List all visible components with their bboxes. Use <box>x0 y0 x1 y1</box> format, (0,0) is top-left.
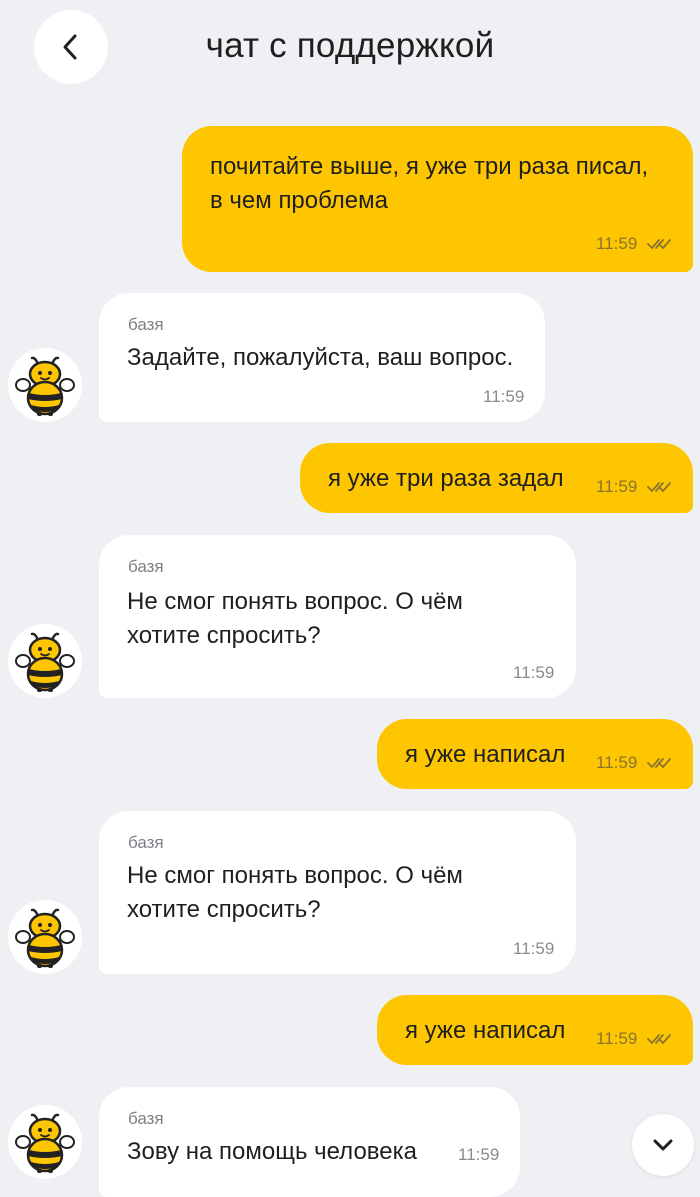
outgoing-message[interactable]: я уже написал 11:59 <box>377 995 693 1065</box>
bee-icon <box>8 1105 82 1179</box>
message-text-line: Задайте, пожалуйста, ваш вопрос. <box>127 344 514 371</box>
message-text-line: в чем проблема <box>210 187 388 214</box>
bee-icon <box>8 348 82 422</box>
incoming-message[interactable]: базя Задайте, пожалуйста, ваш вопрос. 11… <box>99 293 545 422</box>
message-time: 11:59 <box>513 939 555 958</box>
message-text-line: почитайте выше, я уже три раза писал, <box>210 153 649 180</box>
message-text-line: хотите спросить? <box>127 896 321 923</box>
message-text-line: я уже написал <box>405 1017 566 1044</box>
sender-name: базя <box>128 315 164 334</box>
bot-avatar <box>8 624 82 698</box>
double-check-icon <box>647 756 673 770</box>
page-title: чат с поддержкой <box>205 26 495 65</box>
message-text-line: Зову на помощь человека <box>127 1138 417 1165</box>
message-time: 11:59 <box>596 1029 638 1048</box>
sender-name: базя <box>128 557 164 576</box>
sender-name: базя <box>128 833 164 852</box>
bot-avatar <box>8 348 82 422</box>
bot-avatar <box>8 900 82 974</box>
message-time: 11:59 <box>483 387 525 406</box>
double-check-icon <box>647 237 673 251</box>
bot-avatar <box>8 1105 82 1179</box>
incoming-message[interactable]: базя Не смог понять вопрос. О чём хотите… <box>99 811 576 974</box>
incoming-message[interactable]: базя Зову на помощь человека 11:59 <box>99 1087 520 1197</box>
bee-icon <box>8 900 82 974</box>
outgoing-message[interactable]: я уже написал 11:59 <box>377 719 693 789</box>
outgoing-message[interactable]: почитайте выше, я уже три раза писал, в … <box>182 126 693 272</box>
message-time: 11:59 <box>596 477 638 496</box>
incoming-message[interactable]: базя Не смог понять вопрос. О чём хотите… <box>99 535 576 698</box>
chevron-down-icon <box>653 1139 673 1151</box>
double-check-icon <box>647 480 673 494</box>
message-text-line: хотите спросить? <box>127 622 321 649</box>
scroll-to-bottom-button[interactable] <box>632 1114 694 1176</box>
outgoing-message[interactable]: я уже три раза задал 11:59 <box>300 443 693 513</box>
chat-header: чат с поддержкой <box>0 0 700 100</box>
message-time: 11:59 <box>458 1145 500 1164</box>
sender-name: базя <box>128 1109 164 1128</box>
message-text-line: я уже написал <box>405 741 566 768</box>
bee-icon <box>8 624 82 698</box>
message-text-line: Не смог понять вопрос. О чём <box>127 588 463 615</box>
message-text-line: Не смог понять вопрос. О чём <box>127 862 463 889</box>
message-time: 11:59 <box>513 663 555 682</box>
message-text-line: я уже три раза задал <box>328 465 564 492</box>
message-time: 11:59 <box>596 753 638 772</box>
message-time: 11:59 <box>596 234 638 253</box>
double-check-icon <box>647 1032 673 1046</box>
